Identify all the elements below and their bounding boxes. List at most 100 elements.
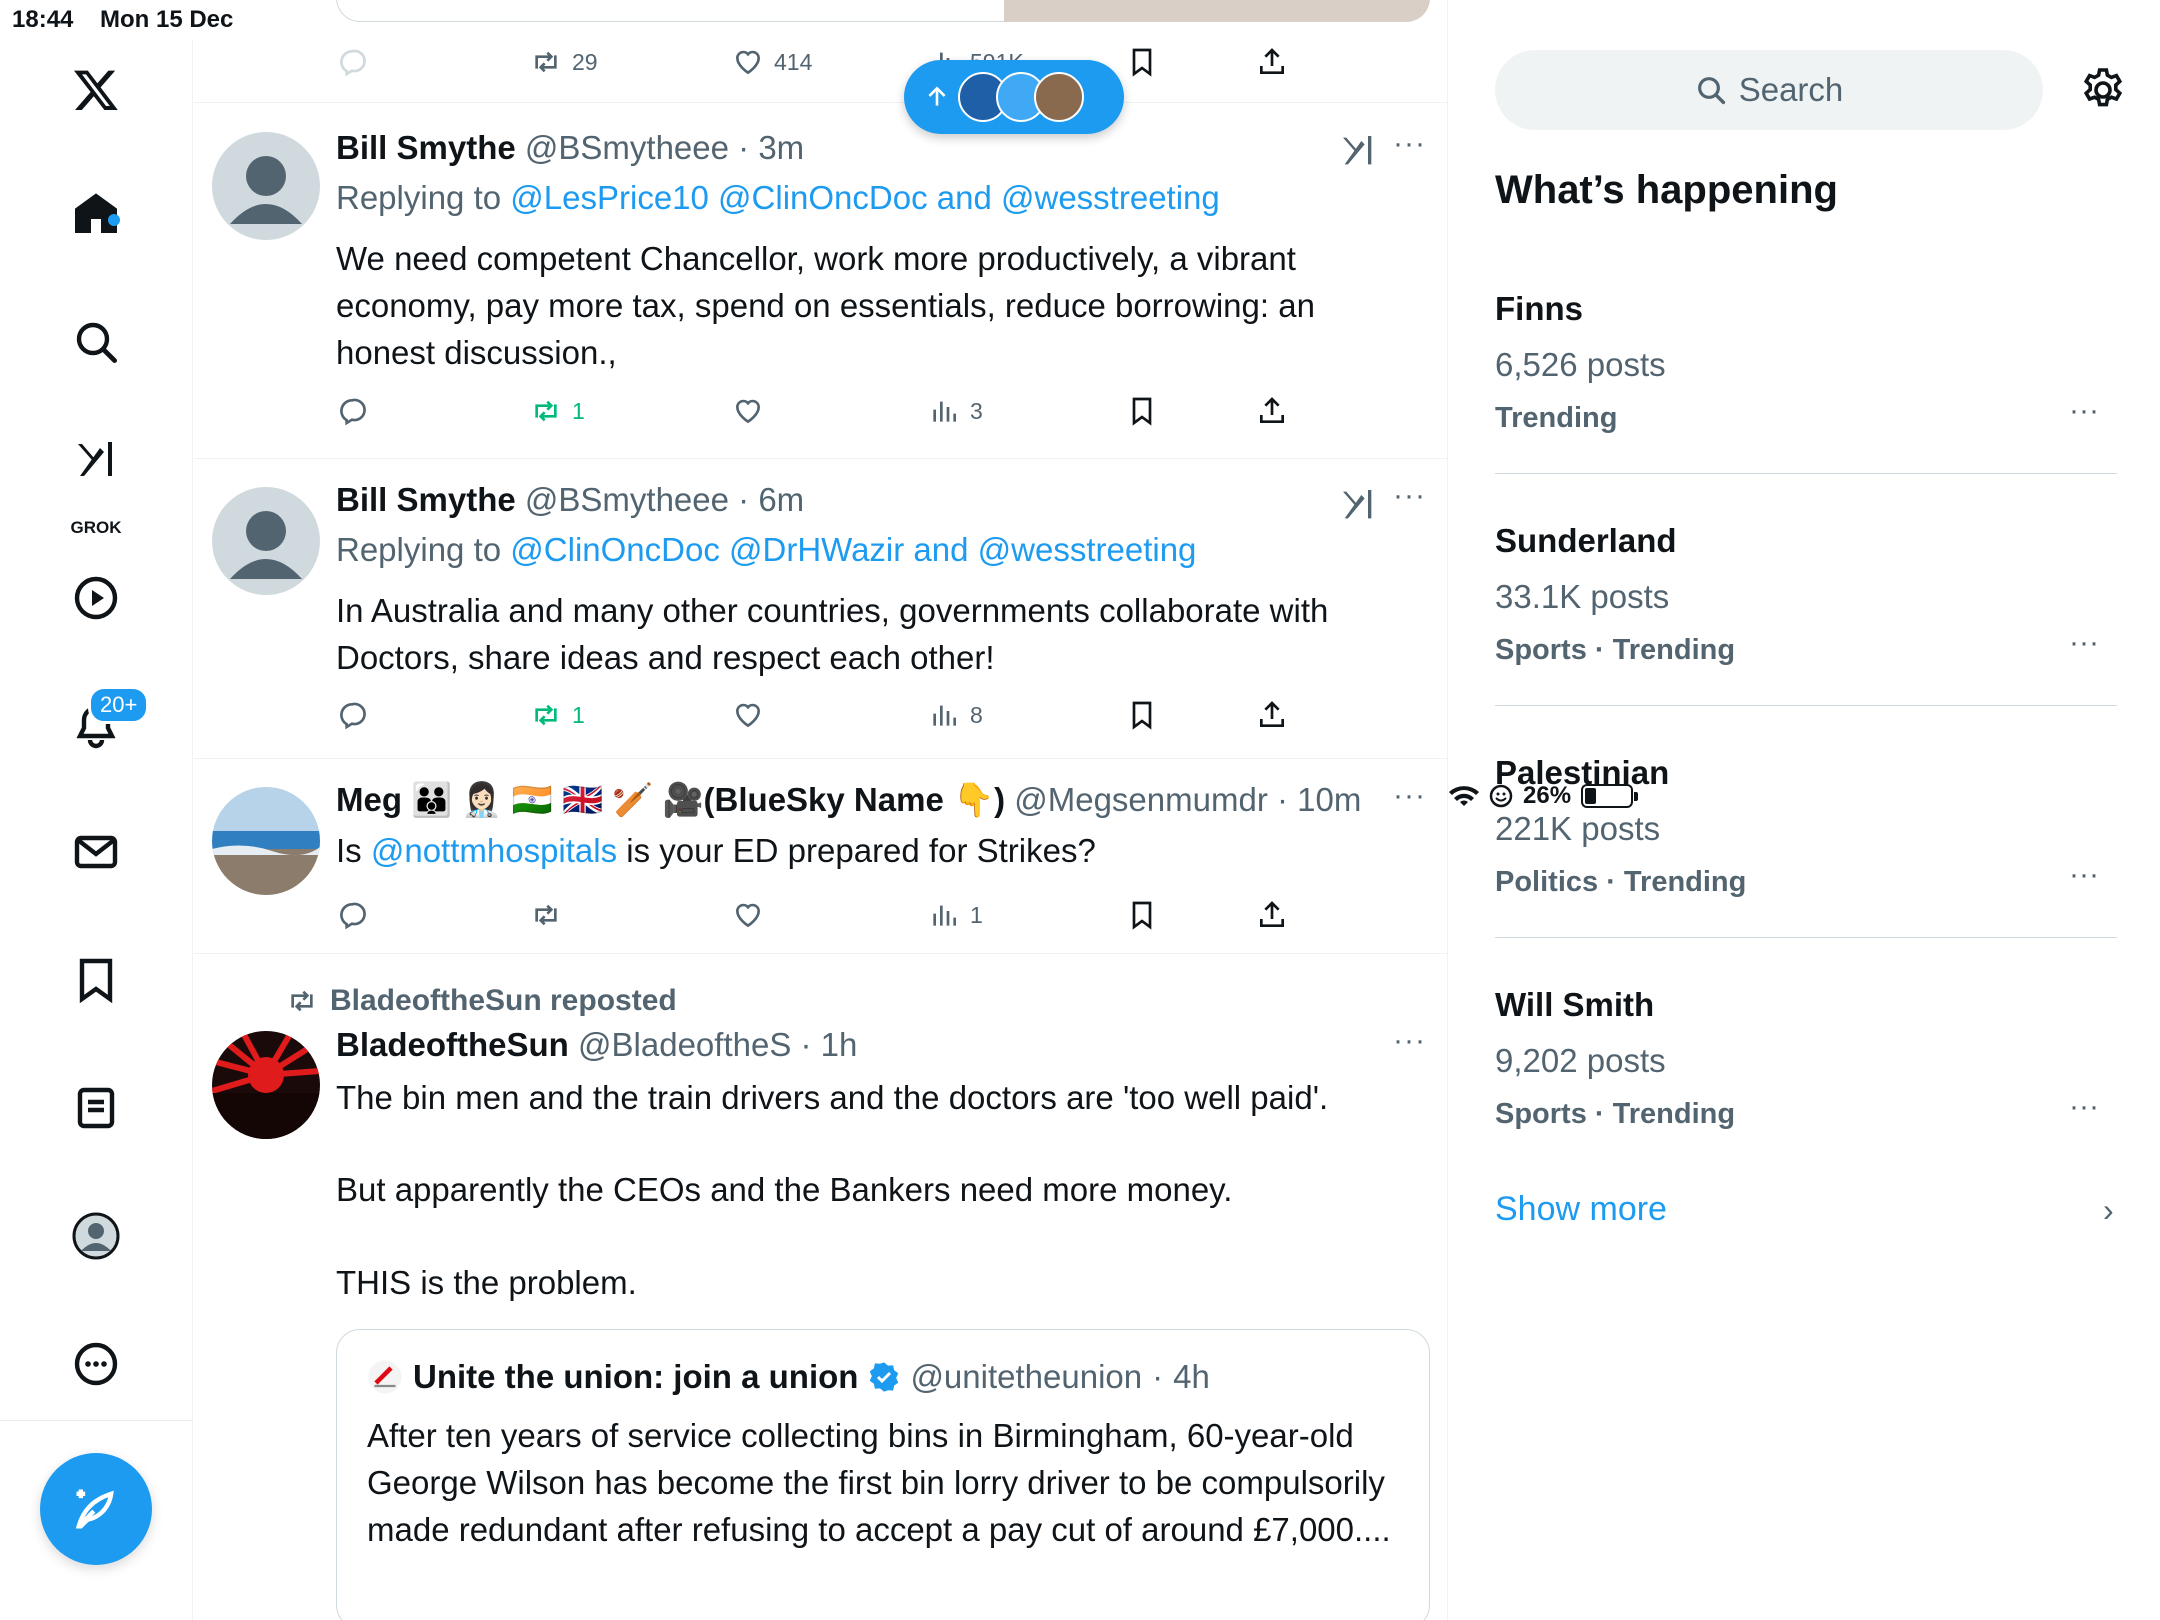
trend-item[interactable]: Palestinian 221K posts Politics · Trendi… (1495, 706, 2117, 938)
trend-item[interactable]: Finns 6,526 posts Trending ··· (1495, 242, 2117, 474)
show-more-link[interactable]: Show more (1495, 1190, 1667, 1229)
share-icon (1260, 701, 1284, 727)
bookmark-button[interactable] (1126, 699, 1158, 731)
retweet-button[interactable]: 1 (530, 395, 585, 427)
settings-gear-icon[interactable] (2079, 66, 2127, 114)
author-handle[interactable]: @BSmytheee (525, 129, 729, 166)
post-time[interactable]: 10m (1297, 781, 1361, 818)
quote-author-name[interactable]: Unite the union: join a union (413, 1358, 858, 1396)
tweet-text-line-1: The bin men and the train drivers and th… (336, 1079, 1329, 1116)
tweet[interactable]: Bill Smythe @BSmytheee · 3m ··· Replying… (194, 103, 1447, 459)
mention-link[interactable]: @nottmhospitals (371, 832, 617, 869)
beach-avatar-image (212, 787, 320, 895)
avatar[interactable] (212, 1031, 320, 1139)
tweet-header: BladeoftheSun @BladeoftheS · 1h (336, 1026, 857, 1064)
whats-happening-heading: What’s happening (1495, 168, 1838, 212)
profile-avatar-icon[interactable] (56, 1196, 136, 1276)
explore-search-icon[interactable] (56, 302, 136, 382)
post-time[interactable]: 3m (758, 129, 804, 166)
chevron-right-icon[interactable]: › (2103, 1192, 2114, 1229)
author-handle[interactable]: @Megsenmumdr (1014, 781, 1268, 818)
home-icon[interactable] (56, 174, 136, 254)
heart-icon (735, 703, 761, 728)
trend-posts: 33.1K posts (1495, 578, 1670, 615)
more-dots-icon[interactable]: ··· (1393, 779, 1426, 813)
grok-explain-icon[interactable] (1338, 131, 1378, 171)
status-time: 18:44 (12, 6, 74, 33)
grok-label: GROK (70, 518, 122, 537)
x-logo-icon[interactable] (56, 50, 136, 130)
retweet-count: 1 (572, 701, 585, 728)
like-button[interactable]: 414 (732, 46, 812, 78)
bookmark-icon (1132, 701, 1152, 730)
views-button[interactable]: 3 (928, 395, 983, 427)
search-bar[interactable]: Search (1495, 50, 2043, 130)
avatar[interactable] (212, 487, 320, 595)
bookmark-button[interactable] (1126, 899, 1158, 931)
more-dots-icon[interactable]: ··· (1393, 1024, 1426, 1058)
more-dots-icon[interactable]: ··· (1393, 479, 1426, 513)
media-image-partial[interactable] (1004, 0, 1430, 22)
trend-item[interactable]: Sunderland 33.1K posts Sports · Trending… (1495, 474, 2117, 706)
like-button[interactable] (732, 395, 764, 427)
bookmarks-icon[interactable] (56, 940, 136, 1020)
retweet-icon (535, 51, 557, 73)
author-name[interactable]: BladeoftheSun (336, 1026, 569, 1063)
share-button[interactable] (1256, 46, 1288, 78)
views-button[interactable]: 1 (928, 899, 983, 931)
default-avatar-icon (212, 132, 320, 240)
reply-button[interactable] (336, 46, 368, 78)
quote-header: Unite the union: join a union @unitetheu… (367, 1358, 1210, 1396)
tweet-partial-top[interactable]: 29 414 591K (194, 0, 1447, 103)
author-name[interactable]: Bill Smythe (336, 481, 516, 518)
quote-author-handle[interactable]: @unitetheunion (910, 1358, 1142, 1396)
repost-label[interactable]: BladeoftheSun reposted (330, 984, 677, 1018)
tweet-repost[interactable]: BladeoftheSun reposted BladeoftheSun @Bl… (194, 954, 1447, 1620)
compose-post-button[interactable] (40, 1453, 152, 1565)
replying-links[interactable]: @LesPrice10 @ClinOncDoc and @wesstreetin… (510, 179, 1219, 216)
post-time[interactable]: 6m (758, 481, 804, 518)
bookmark-button[interactable] (1126, 46, 1158, 78)
replying-links[interactable]: @ClinOncDoc @DrHWazir and @wesstreeting (510, 531, 1196, 568)
author-name[interactable]: Meg 🧑‍🧑‍🧒 👩🏻‍⚕️ 🇮🇳 🇬🇧 🏏 🎥(BlueSky Name 👇… (336, 781, 1005, 818)
views-button[interactable]: 8 (928, 699, 983, 731)
tweet[interactable]: Meg 🧑‍🧑‍🧒 👩🏻‍⚕️ 🇮🇳 🇬🇧 🏏 🎥(BlueSky Name 👇… (194, 759, 1447, 954)
trend-item[interactable]: Will Smith 9,202 posts Sports · Trending… (1495, 938, 2117, 1170)
author-handle[interactable]: @BSmytheee (525, 481, 729, 518)
quote-post-time[interactable]: 4h (1173, 1358, 1210, 1396)
video-play-icon[interactable] (56, 558, 136, 638)
more-dots-icon[interactable]: ··· (2069, 394, 2099, 428)
messages-mail-icon[interactable] (56, 812, 136, 892)
more-options-icon[interactable] (56, 1324, 136, 1404)
like-button[interactable] (732, 699, 764, 731)
reply-button[interactable] (336, 899, 368, 931)
replying-prefix: Replying to (336, 531, 502, 568)
share-button[interactable] (1256, 395, 1288, 427)
author-name[interactable]: Bill Smythe (336, 129, 516, 166)
retweet-button[interactable]: 1 (530, 699, 585, 731)
lists-icon[interactable] (56, 1068, 136, 1148)
like-button[interactable] (732, 899, 764, 931)
share-button[interactable] (1256, 699, 1288, 731)
post-time[interactable]: 1h (821, 1026, 858, 1063)
nav-divider (0, 1420, 193, 1421)
more-dots-icon[interactable]: ··· (2069, 1090, 2099, 1124)
avatar[interactable] (212, 132, 320, 240)
reply-button[interactable] (336, 699, 368, 731)
retweet-button[interactable] (530, 899, 562, 931)
more-dots-icon[interactable]: ··· (2069, 626, 2099, 660)
avatar[interactable] (212, 787, 320, 895)
dot-separator: · (1152, 1358, 1164, 1395)
tweet[interactable]: Bill Smythe @BSmytheee · 6m ··· Replying… (194, 459, 1447, 759)
trend-name: Sunderland (1495, 522, 1677, 559)
reply-button[interactable] (336, 395, 368, 427)
bookmark-button[interactable] (1126, 395, 1158, 427)
share-button[interactable] (1256, 899, 1288, 931)
grok-explain-icon[interactable] (1338, 485, 1378, 525)
quoted-tweet[interactable]: Unite the union: join a union @unitetheu… (336, 1329, 1430, 1620)
more-dots-icon[interactable]: ··· (1393, 127, 1426, 161)
author-handle[interactable]: @BladeoftheS (578, 1026, 791, 1063)
retweet-button[interactable]: 29 (530, 46, 598, 78)
grok-icon[interactable] (56, 420, 136, 500)
more-dots-icon[interactable]: ··· (2069, 858, 2099, 892)
